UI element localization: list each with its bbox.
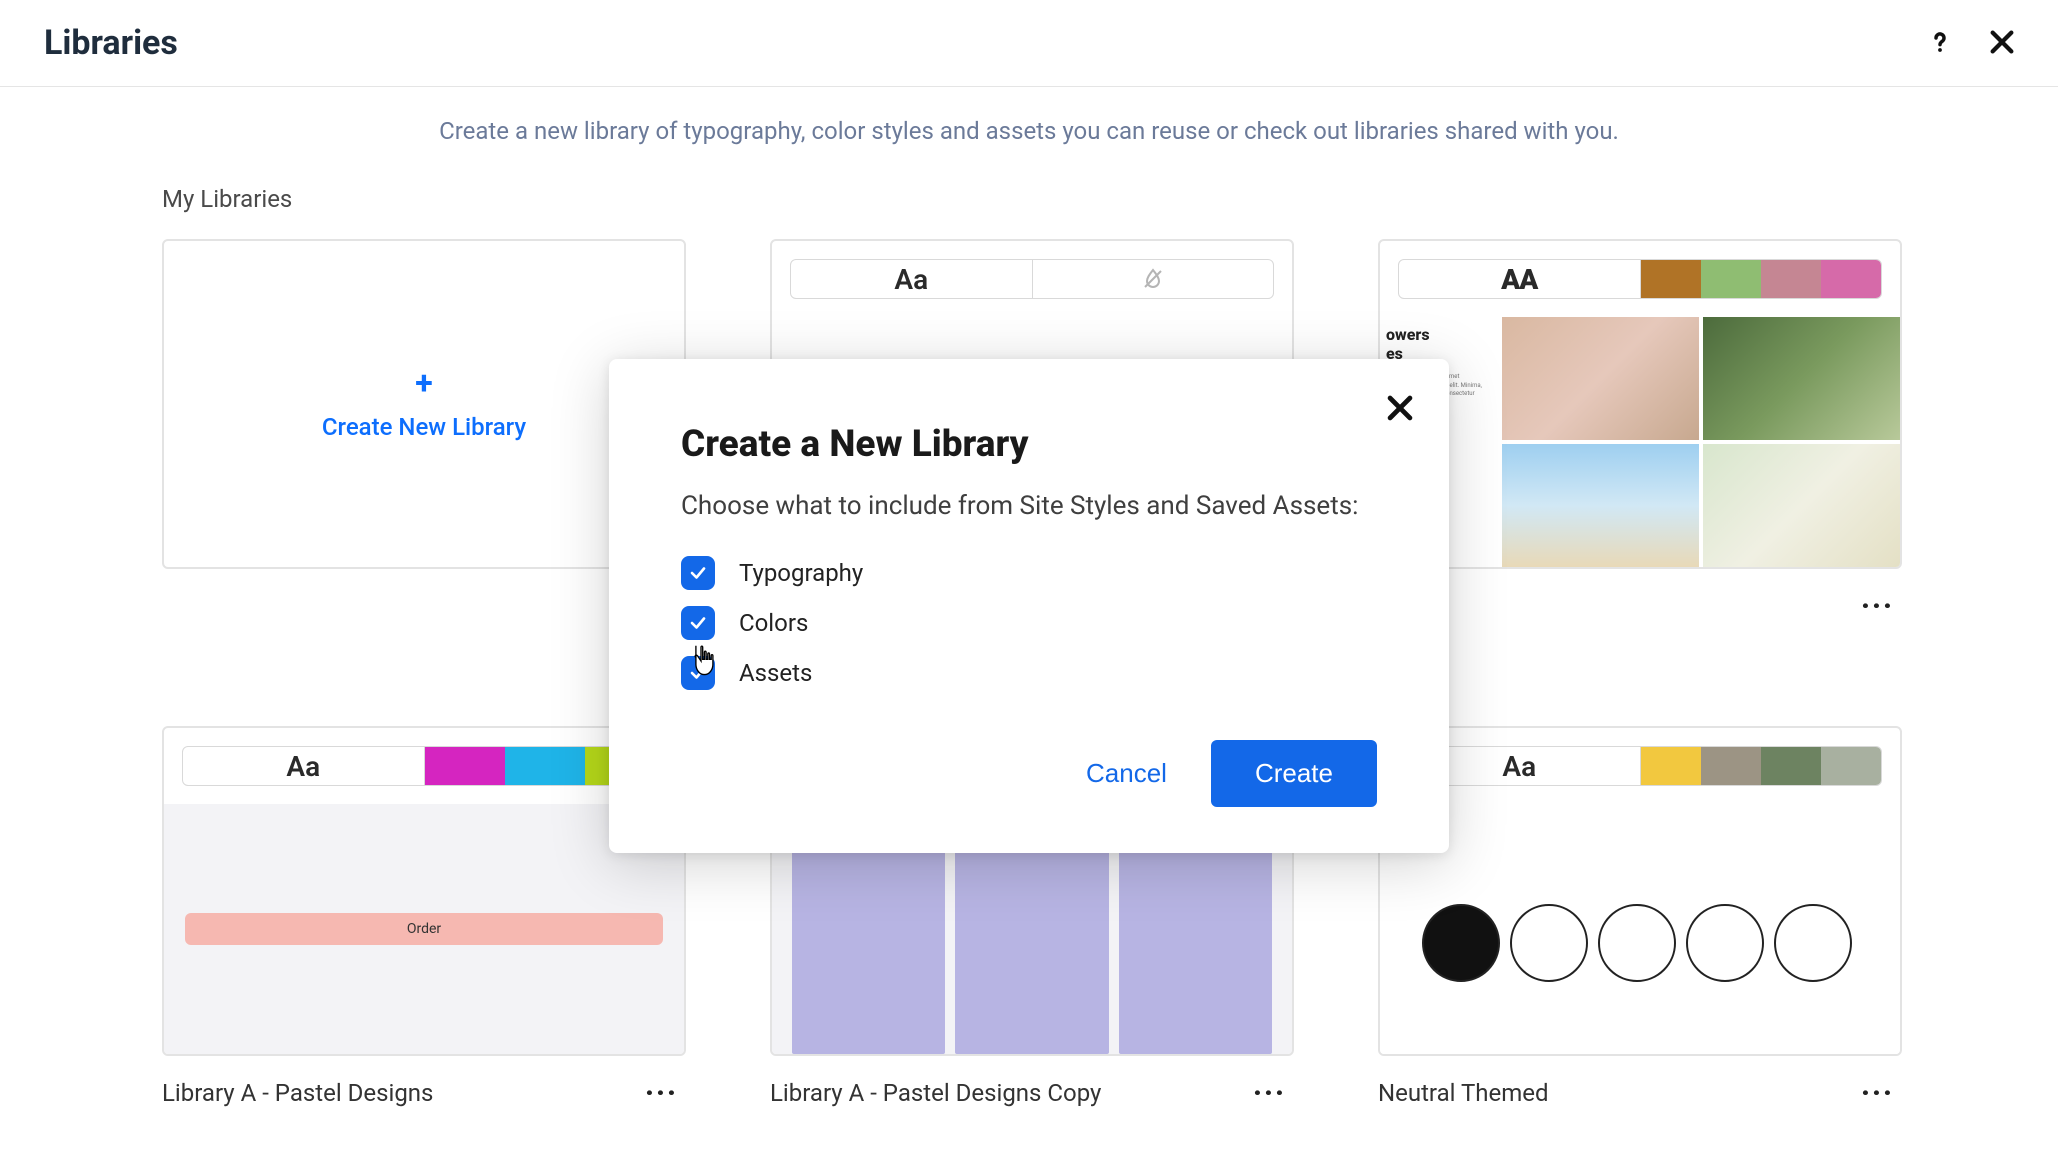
header-actions (1920, 22, 2022, 64)
neutral-circle (1686, 904, 1764, 982)
header: Libraries (0, 0, 2058, 87)
option-typography[interactable]: Typography (681, 556, 1377, 590)
modal-title: Create a New Library (681, 423, 1377, 466)
library-more-icon[interactable]: ··· (637, 1072, 686, 1113)
color-swatch (1761, 747, 1821, 785)
library-more-icon[interactable]: ··· (1853, 585, 1902, 626)
library-card[interactable]: AA owers es Lorem ipsum dolor sit amet c… (1378, 239, 1902, 569)
option-label: Assets (739, 659, 812, 687)
modal-close-icon[interactable] (1383, 391, 1417, 427)
neutral-circle (1422, 904, 1500, 982)
color-swatch (1701, 747, 1761, 785)
plus-icon: + (415, 367, 432, 399)
color-swatch (1641, 747, 1701, 785)
checkbox-icon[interactable] (681, 606, 715, 640)
library-card[interactable]: Aa Order (162, 726, 686, 1056)
library-name: Library A - Pastel Designs (162, 1079, 433, 1107)
asset-image-thumbnail (1703, 317, 1900, 440)
color-swatch (505, 747, 585, 785)
typography-sample-icon: Aa (791, 260, 1033, 298)
typography-sample-icon: AA (1399, 260, 1641, 298)
asset-image-thumbnail (1703, 444, 1900, 567)
color-swatch (1821, 260, 1881, 298)
section-my-libraries-title: My Libraries (162, 185, 2058, 213)
create-button[interactable]: Create (1211, 740, 1377, 807)
asset-image-thumbnail (1502, 444, 1699, 567)
cancel-button[interactable]: Cancel (1086, 758, 1167, 789)
flowers-text-1: owers (1386, 325, 1492, 344)
checkbox-icon[interactable] (681, 556, 715, 590)
option-label: Colors (739, 609, 808, 637)
option-assets[interactable]: Assets (681, 656, 1377, 690)
library-more-icon[interactable]: ··· (1245, 1072, 1294, 1113)
typography-sample-icon: Aa (183, 747, 425, 785)
checkbox-icon[interactable] (681, 656, 715, 690)
option-label: Typography (739, 559, 863, 587)
close-icon[interactable] (1982, 22, 2022, 64)
color-swatch (1821, 747, 1881, 785)
no-color-icon (1033, 260, 1274, 298)
modal-options: Typography Colors Assets (681, 556, 1377, 690)
page-title: Libraries (44, 23, 178, 63)
library-name: Library A - Pastel Designs Copy (770, 1079, 1101, 1107)
create-new-library-card[interactable]: + Create New Library (162, 239, 686, 569)
neutral-circle (1774, 904, 1852, 982)
library-card[interactable]: Aa (1378, 726, 1902, 1056)
library-more-icon[interactable]: ··· (1853, 1072, 1902, 1113)
library-name: Neutral Themed (1378, 1079, 1549, 1107)
color-swatch (1701, 260, 1761, 298)
color-swatch (1641, 260, 1701, 298)
neutral-circle (1510, 904, 1588, 982)
create-new-library-label: Create New Library (322, 413, 526, 441)
asset-image-thumbnail (1502, 317, 1699, 440)
option-colors[interactable]: Colors (681, 606, 1377, 640)
create-library-modal: Create a New Library Choose what to incl… (609, 359, 1449, 853)
neutral-circle (1598, 904, 1676, 982)
color-swatch (1761, 260, 1821, 298)
color-swatch (425, 747, 505, 785)
modal-description: Choose what to include from Site Styles … (681, 488, 1361, 526)
page-subtitle: Create a new library of typography, colo… (0, 117, 2058, 145)
help-icon[interactable] (1920, 22, 1960, 64)
order-pill: Order (185, 913, 663, 945)
